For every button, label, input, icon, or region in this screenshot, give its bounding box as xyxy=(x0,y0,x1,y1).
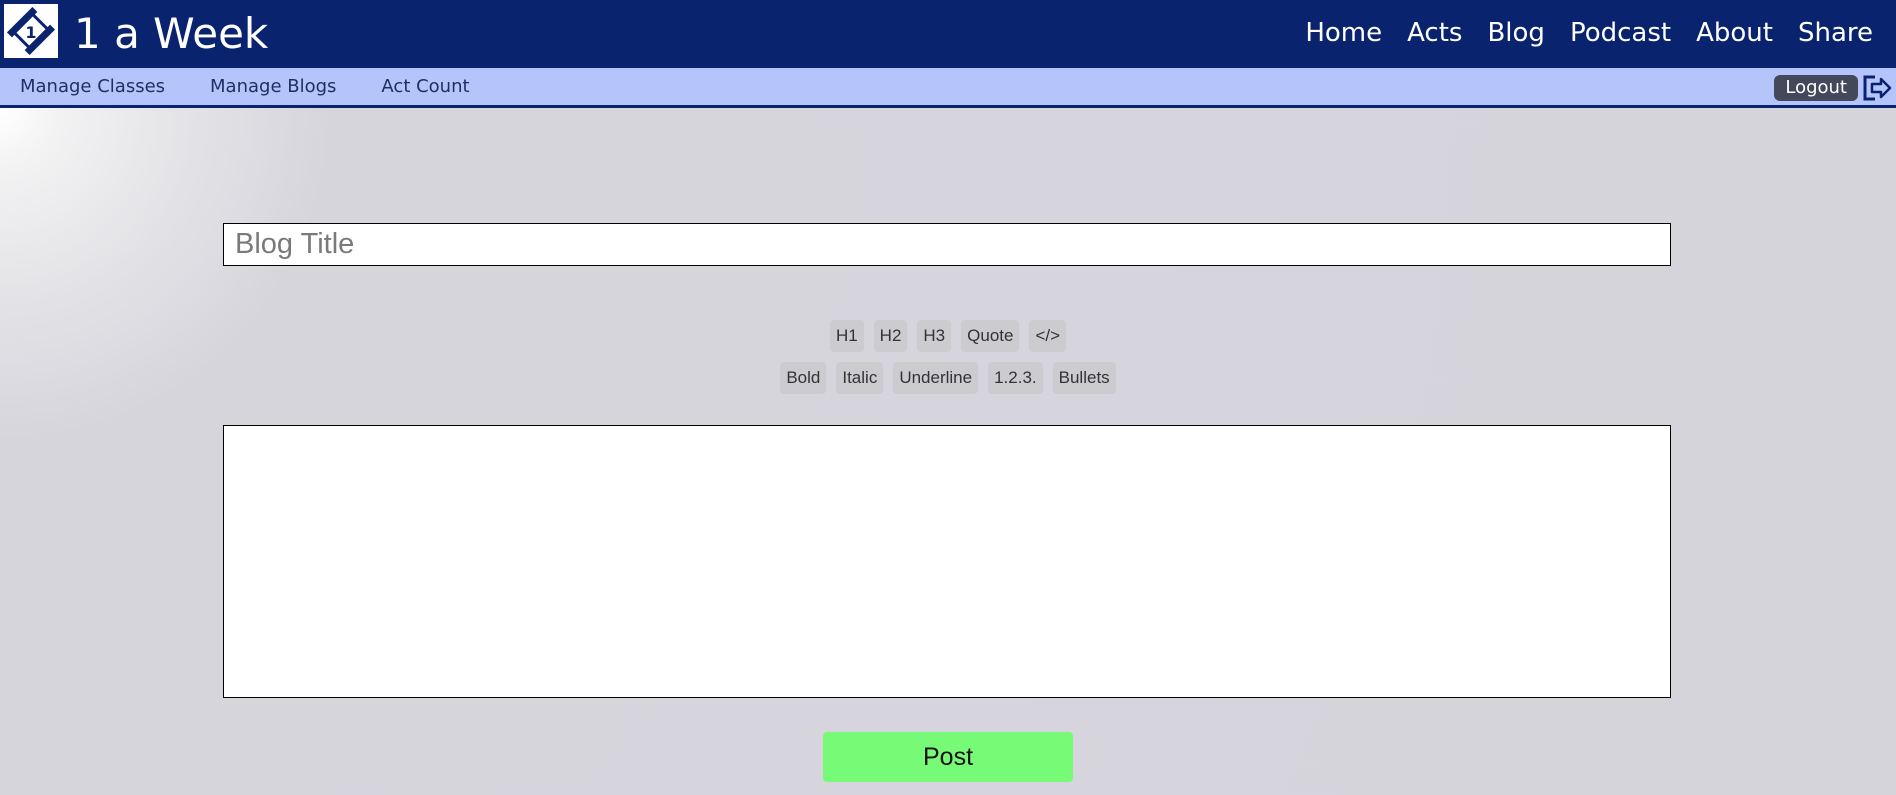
nav-home[interactable]: Home xyxy=(1305,14,1382,52)
h1-button[interactable]: H1 xyxy=(829,320,864,352)
bullets-button[interactable]: Bullets xyxy=(1052,362,1116,394)
subnav-act-count[interactable]: Act Count xyxy=(381,76,469,97)
main-nav: Home Acts Blog Podcast About Share xyxy=(1280,14,1873,52)
quote-button[interactable]: Quote xyxy=(961,320,1020,352)
format-toolbar-row-2: Bold Italic Underline 1.2.3. Bullets xyxy=(0,362,1896,394)
admin-subnav-bar: Manage Classes Manage Blogs Act Count Lo… xyxy=(0,68,1896,108)
logout-icon[interactable] xyxy=(1862,74,1892,102)
nav-blog[interactable]: Blog xyxy=(1487,14,1544,52)
subnav-manage-classes[interactable]: Manage Classes xyxy=(20,76,165,97)
h3-button[interactable]: H3 xyxy=(917,320,952,352)
nav-share[interactable]: Share xyxy=(1798,14,1873,52)
nav-podcast[interactable]: Podcast xyxy=(1570,14,1671,52)
italic-button[interactable]: Italic xyxy=(836,362,884,394)
blog-body-textarea[interactable] xyxy=(223,425,1671,698)
svg-text:1: 1 xyxy=(25,23,36,42)
h2-button[interactable]: H2 xyxy=(873,320,908,352)
nav-about[interactable]: About xyxy=(1696,14,1773,52)
site-title[interactable]: 1 a Week xyxy=(74,8,268,60)
logout-button[interactable]: Logout xyxy=(1774,75,1858,101)
code-button[interactable]: </> xyxy=(1029,320,1067,352)
top-navbar: 1 1 a Week Home Acts Blog Podcast About … xyxy=(0,0,1896,68)
admin-subnav: Manage Classes Manage Blogs Act Count xyxy=(20,68,515,105)
post-button[interactable]: Post xyxy=(823,732,1073,782)
blog-title-input[interactable] xyxy=(223,223,1671,266)
underline-button[interactable]: Underline xyxy=(893,362,979,394)
logo-icon: 1 xyxy=(4,4,58,58)
bold-button[interactable]: Bold xyxy=(780,362,827,394)
site-logo[interactable]: 1 xyxy=(4,4,58,58)
nav-acts[interactable]: Acts xyxy=(1407,14,1462,52)
numbered-list-button[interactable]: 1.2.3. xyxy=(988,362,1043,394)
format-toolbar-row-1: H1 H2 H3 Quote </> xyxy=(0,320,1896,352)
subnav-manage-blogs[interactable]: Manage Blogs xyxy=(210,76,336,97)
